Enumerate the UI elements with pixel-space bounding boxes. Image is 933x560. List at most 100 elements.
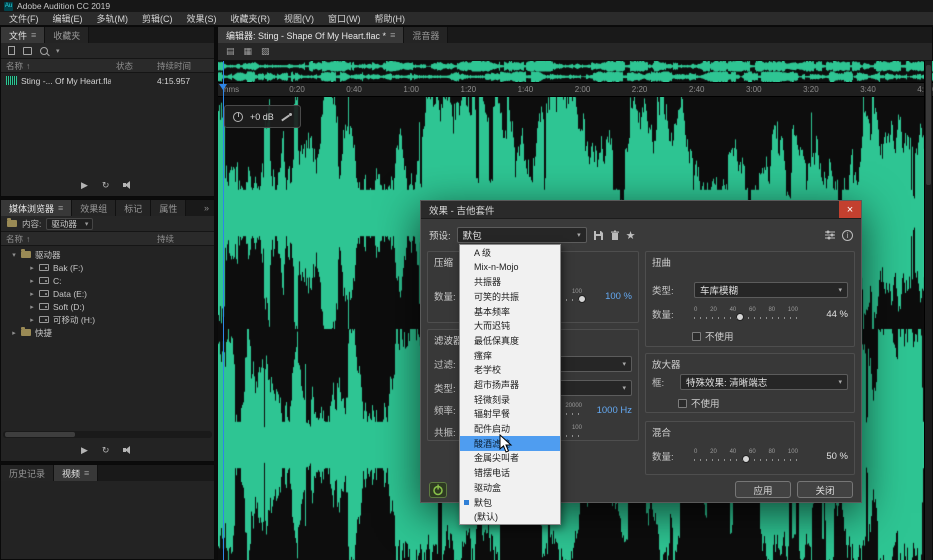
apply-button[interactable]: 应用	[735, 481, 791, 498]
media-panel-tab[interactable]: 媒体浏览器 ≡	[1, 200, 72, 216]
drive-item[interactable]: ▸ C:	[1, 274, 214, 287]
amplifier-bypass-checkbox[interactable]	[678, 399, 687, 408]
info-icon[interactable]: i	[842, 230, 853, 241]
play-icon[interactable]: ▶	[81, 445, 88, 456]
preset-option[interactable]: 基本频率	[460, 304, 560, 319]
column-duration[interactable]: 持续	[157, 233, 209, 245]
waveform-view-icon[interactable]: ▤	[226, 46, 235, 57]
play-icon[interactable]: ▶	[81, 180, 88, 191]
panel-menu-icon[interactable]: ≡	[58, 203, 63, 213]
pin-hud-icon[interactable]	[281, 112, 292, 122]
chevron-down-icon[interactable]: ▾	[11, 251, 17, 259]
menu-item[interactable]: 编辑(E)	[46, 12, 90, 25]
history-panel-tab[interactable]: 历史记录 ≡	[1, 465, 54, 481]
column-name[interactable]: 名称 ↑	[6, 60, 113, 72]
files-panel-tab[interactable]: 收藏夹 ≡	[45, 27, 89, 43]
slider-knob[interactable]	[736, 313, 744, 321]
horizontal-scrollbar[interactable]	[3, 431, 212, 438]
drive-item[interactable]: ▸ 可移动 (H:)	[1, 313, 214, 326]
column-duration[interactable]: 持续时间	[157, 60, 209, 72]
drives-root[interactable]: ▾ 驱动器	[1, 248, 214, 261]
preset-option[interactable]: 共振器	[460, 274, 560, 289]
menu-item[interactable]: 视图(V)	[277, 12, 321, 25]
preset-option[interactable]: 轻微刻录	[460, 392, 560, 407]
preset-option[interactable]: 大而迟钝	[460, 318, 560, 333]
distortion-bypass-checkbox[interactable]	[692, 332, 701, 341]
preset-option[interactable]: A 级	[460, 245, 560, 260]
speaker-icon[interactable]	[123, 445, 133, 455]
shortcuts-root[interactable]: ▸ 快捷	[1, 326, 214, 339]
amplifier-box-combo[interactable]: 特殊效果: 清晰端志 ▾	[680, 374, 848, 390]
waveform-overview[interactable]	[218, 61, 933, 83]
preset-option[interactable]: 错摆电话	[460, 465, 560, 480]
save-preset-icon[interactable]	[593, 230, 604, 241]
mix-amount-value[interactable]: 50 %	[802, 451, 848, 462]
gain-knob-icon[interactable]	[233, 112, 243, 122]
column-name[interactable]: 名称 ↑	[6, 233, 154, 245]
scrollbar-thumb[interactable]	[5, 432, 75, 437]
column-status[interactable]: 状态	[116, 60, 154, 72]
menu-item[interactable]: 多轨(M)	[90, 12, 136, 25]
editor-tab[interactable]: 编辑器: Sting - Shape Of My Heart.flac * ≡	[218, 27, 404, 43]
menu-item[interactable]: 文件(F)	[2, 12, 46, 25]
new-file-icon[interactable]	[8, 46, 15, 55]
panel-menu-icon[interactable]: ≡	[84, 468, 89, 478]
panel-menu-icon[interactable]: ≡	[31, 30, 36, 40]
dialog-close-button[interactable]: ×	[839, 201, 861, 218]
preset-option[interactable]: 超市扬声器	[460, 377, 560, 392]
scrollbar-thumb[interactable]	[926, 65, 931, 185]
files-panel-tab[interactable]: 文件 ≡	[1, 27, 45, 43]
drive-item[interactable]: ▸ Soft (D:)	[1, 300, 214, 313]
preset-option[interactable]: 瘙痒	[460, 348, 560, 363]
chevron-right-icon[interactable]: ▸	[29, 277, 35, 285]
history-panel-tab[interactable]: 视频 ≡	[54, 465, 98, 481]
panel-menu-icon[interactable]: ≡	[390, 30, 395, 40]
distortion-type-combo[interactable]: 车库模糊 ▾	[694, 282, 848, 298]
effect-power-toggle[interactable]	[429, 482, 447, 498]
chevron-right-icon[interactable]: ▸	[11, 329, 17, 337]
close-button[interactable]: 关闭	[797, 481, 853, 498]
filter-dropdown-icon[interactable]: ▾	[56, 47, 60, 55]
slider-knob[interactable]	[742, 455, 750, 463]
chevron-right-icon[interactable]: ▸	[29, 290, 35, 298]
distortion-amount-value[interactable]: 44 %	[802, 309, 848, 320]
editor-tab[interactable]: 混音器 ≡	[404, 27, 448, 43]
playhead-caret[interactable]	[219, 84, 227, 90]
file-row[interactable]: Sting -... Of My Heart.flac * 4:15.957	[1, 73, 214, 88]
filter-freq-value[interactable]: 1000 Hz	[586, 405, 632, 416]
slider-knob[interactable]	[578, 295, 586, 303]
media-panel-tab[interactable]: 属性 ≡	[151, 200, 186, 216]
chevron-right-icon[interactable]: ▸	[29, 264, 35, 272]
vertical-scrollbar[interactable]	[924, 61, 932, 560]
menu-item[interactable]: 效果(S)	[180, 12, 224, 25]
preset-combo[interactable]: 默包 ▾	[457, 227, 587, 243]
menu-item[interactable]: 窗口(W)	[321, 12, 368, 25]
drive-item[interactable]: ▸ Bak (F:)	[1, 261, 214, 274]
drive-item[interactable]: ▸ Data (E:)	[1, 287, 214, 300]
delete-preset-icon[interactable]	[610, 230, 620, 241]
preset-option[interactable]: 最低保真度	[460, 333, 560, 348]
preset-option[interactable]: 辐射早餐	[460, 407, 560, 422]
import-file-icon[interactable]	[23, 47, 32, 55]
settings-sliders-icon[interactable]	[824, 230, 836, 240]
favorite-star-icon[interactable]: ★	[626, 229, 636, 242]
chevron-right-icon[interactable]: ▸	[29, 316, 35, 324]
gain-hud[interactable]: +0 dB	[224, 105, 301, 128]
media-panel-tab[interactable]: 效果组 ≡	[72, 200, 116, 216]
preset-option[interactable]: 驱动盒	[460, 480, 560, 495]
compressor-amount-value[interactable]: 100 %	[586, 291, 632, 302]
search-icon[interactable]	[40, 47, 48, 55]
overview-canvas[interactable]	[218, 61, 933, 82]
spectral-view-icon[interactable]: ▦	[244, 46, 253, 57]
content-combo[interactable]: 驱动器 ▾	[46, 218, 93, 230]
tab-overflow-icon[interactable]: »	[199, 200, 214, 216]
time-ruler[interactable]: hms 0:200:401:001:201:402:002:202:403:00…	[218, 83, 933, 97]
loop-icon[interactable]: ↻	[102, 180, 110, 191]
menu-item[interactable]: 帮助(H)	[368, 12, 413, 25]
preset-option[interactable]: 可笑的共振	[460, 289, 560, 304]
speaker-icon[interactable]	[123, 180, 133, 190]
menu-item[interactable]: 收藏夹(R)	[224, 12, 278, 25]
playhead-line[interactable]	[223, 61, 224, 560]
gain-value[interactable]: +0 dB	[250, 112, 274, 122]
menu-item[interactable]: 剪辑(C)	[135, 12, 180, 25]
